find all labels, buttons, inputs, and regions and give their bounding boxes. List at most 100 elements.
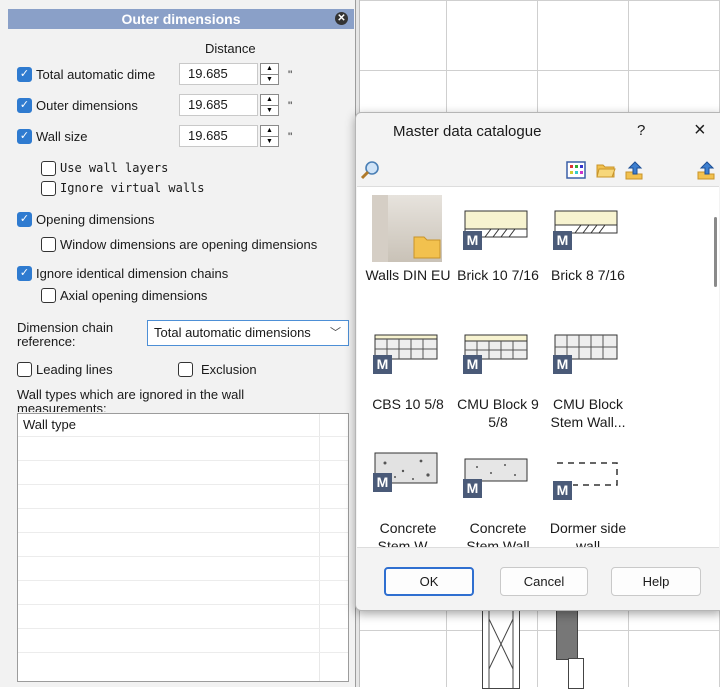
axial-opening-checkbox[interactable] — [41, 287, 56, 303]
spin-up-icon[interactable]: ▲ — [261, 64, 278, 75]
ignore-virtual-walls-checkbox[interactable] — [41, 180, 56, 196]
panel-title: Outer dimensions — [121, 11, 241, 27]
table-row — [18, 484, 348, 485]
spin-down-icon[interactable]: ▼ — [261, 75, 278, 85]
outer-dimensions-checkbox[interactable]: ✓ — [17, 97, 32, 113]
catalogue-item-label[interactable]: Brick 10 7/16 — [455, 266, 541, 284]
plan-element[interactable] — [482, 608, 520, 689]
table-row — [18, 556, 348, 557]
spin-down-icon[interactable]: ▼ — [261, 137, 278, 147]
catalogue-item-label[interactable]: CMU Block 9 5/8 — [455, 395, 541, 431]
plan-element-lines — [488, 609, 514, 688]
axial-opening-label: Axial opening dimensions — [60, 287, 208, 303]
exclusion-checkbox[interactable] — [178, 361, 193, 377]
help-button[interactable]: Help — [611, 567, 701, 596]
total-automatic-label: Total automatic dime — [36, 66, 156, 82]
table-divider — [319, 414, 320, 681]
table-row — [18, 436, 348, 437]
wall-size-distance-input[interactable]: 19.685 — [179, 125, 258, 147]
ignore-virtual-walls-label: Ignore virtual walls — [60, 181, 205, 195]
help-icon[interactable]: ? — [637, 122, 645, 139]
opening-dimensions-checkbox[interactable]: ✓ — [17, 211, 32, 227]
master-data-catalogue-dialog: Master data catalogue ? × Walls DIN EU M… — [355, 112, 720, 611]
spin-down-icon[interactable]: ▼ — [261, 106, 278, 116]
use-wall-layers-label: Use wall layers — [60, 161, 169, 175]
outer-dimensions-label: Outer dimensions — [36, 97, 138, 113]
exclusion-label: Exclusion — [201, 361, 257, 377]
total-automatic-distance-input[interactable]: 19.685 — [179, 63, 258, 85]
brick-thumbnail[interactable]: M — [463, 209, 533, 250]
window-dimensions-row: Window dimensions are opening dimensions — [41, 233, 317, 255]
catalogue-item-label[interactable]: Dormer side wall — [545, 519, 631, 547]
wall-size-spinner[interactable]: ▲ ▼ — [260, 125, 279, 147]
unit-label: " — [288, 130, 293, 144]
total-automatic-checkbox[interactable]: ✓ — [17, 66, 32, 82]
chain-reference-label: Dimension chain reference: — [17, 320, 114, 349]
ok-button[interactable]: OK — [384, 567, 474, 596]
catalogue-item-label[interactable]: Walls DIN EU — [365, 266, 451, 284]
table-row — [18, 508, 348, 509]
catalogue-item-label[interactable]: Concrete Stem Wall 8... — [455, 519, 541, 547]
block-thumbnail[interactable]: M — [553, 333, 623, 374]
catalogue-item-label[interactable]: CBS 10 5/8 — [365, 395, 451, 413]
window-dimensions-label: Window dimensions are opening dimensions — [60, 236, 318, 252]
leading-lines-checkbox[interactable] — [17, 361, 32, 377]
use-wall-layers-checkbox[interactable] — [41, 160, 56, 176]
concrete-thumbnail[interactable]: M — [373, 451, 443, 501]
opening-dimensions-row: ✓ Opening dimensions — [17, 208, 155, 230]
close-icon[interactable]: × — [694, 119, 706, 142]
outer-dimensions-spinner[interactable]: ▲ ▼ — [260, 94, 279, 116]
catalogue-item-label[interactable]: CMU Block Stem Wall... — [545, 395, 631, 431]
open-folder-icon[interactable] — [596, 160, 616, 180]
master-badge: M — [373, 355, 392, 374]
master-badge: M — [553, 481, 572, 500]
wall-types-table[interactable]: Wall type — [17, 413, 349, 682]
block-thumbnail[interactable]: M — [463, 333, 533, 374]
window-dimensions-checkbox[interactable] — [41, 236, 56, 252]
plan-wall-line[interactable] — [568, 658, 584, 689]
table-row — [18, 604, 348, 605]
leading-lines-row: Leading lines — [17, 358, 113, 380]
folder-thumbnail[interactable] — [372, 195, 442, 262]
axial-opening-row: Axial opening dimensions — [41, 284, 207, 306]
distance-column-header: Distance — [205, 41, 256, 56]
table-row — [18, 652, 348, 653]
catalogue-item-label[interactable]: Concrete Stem W... — [365, 519, 451, 547]
ignore-identical-label: Ignore identical dimension chains — [36, 265, 229, 281]
table-row — [18, 628, 348, 629]
cancel-button[interactable]: Cancel — [500, 567, 588, 596]
spin-up-icon[interactable]: ▲ — [261, 126, 278, 137]
wall-size-row: ✓ Wall size — [17, 125, 88, 147]
catalogue-title: Master data catalogue — [393, 123, 542, 140]
panel-titlebar: Outer dimensions ✕ — [8, 9, 354, 29]
ignore-identical-row: ✓ Ignore identical dimension chains — [17, 262, 228, 284]
chain-reference-select[interactable]: Total automatic dimensions ﹀ — [147, 320, 349, 346]
total-automatic-spinner[interactable]: ▲ ▼ — [260, 63, 279, 85]
ignore-virtual-walls-row: Ignore virtual walls — [41, 177, 205, 199]
wall-type-column-header: Wall type — [18, 414, 320, 436]
chevron-down-icon: ﹀ — [330, 327, 341, 339]
navigate-up-icon[interactable] — [624, 160, 644, 180]
grid-view-icon[interactable] — [566, 160, 586, 180]
catalogue-item-label[interactable]: Brick 8 7/16 — [545, 266, 631, 284]
concrete-thumbnail[interactable]: M — [463, 457, 533, 501]
master-badge: M — [463, 231, 482, 250]
plan-column[interactable] — [556, 608, 578, 660]
spin-up-icon[interactable]: ▲ — [261, 95, 278, 106]
folder-icon — [372, 195, 441, 262]
block-thumbnail[interactable]: M — [373, 333, 443, 374]
search-icon[interactable] — [360, 160, 380, 180]
close-icon[interactable]: ✕ — [335, 12, 348, 25]
dormer-thumbnail[interactable]: M — [553, 459, 623, 501]
ignore-identical-checkbox[interactable]: ✓ — [17, 265, 32, 281]
wall-size-checkbox[interactable]: ✓ — [17, 128, 32, 144]
catalogue-gallery[interactable]: Walls DIN EU M Brick 10 7/16 M Brick 8 7… — [357, 186, 719, 548]
table-row — [18, 460, 348, 461]
unit-label: " — [288, 99, 293, 113]
navigate-top-icon[interactable] — [696, 160, 716, 180]
wall-types-caption: Wall types which are ignored in the wall… — [17, 388, 245, 412]
outer-dimensions-distance-input[interactable]: 19.685 — [179, 94, 258, 116]
brick-thumbnail[interactable]: M — [553, 209, 623, 250]
master-badge: M — [553, 355, 572, 374]
gallery-scrollbar[interactable] — [714, 217, 717, 287]
